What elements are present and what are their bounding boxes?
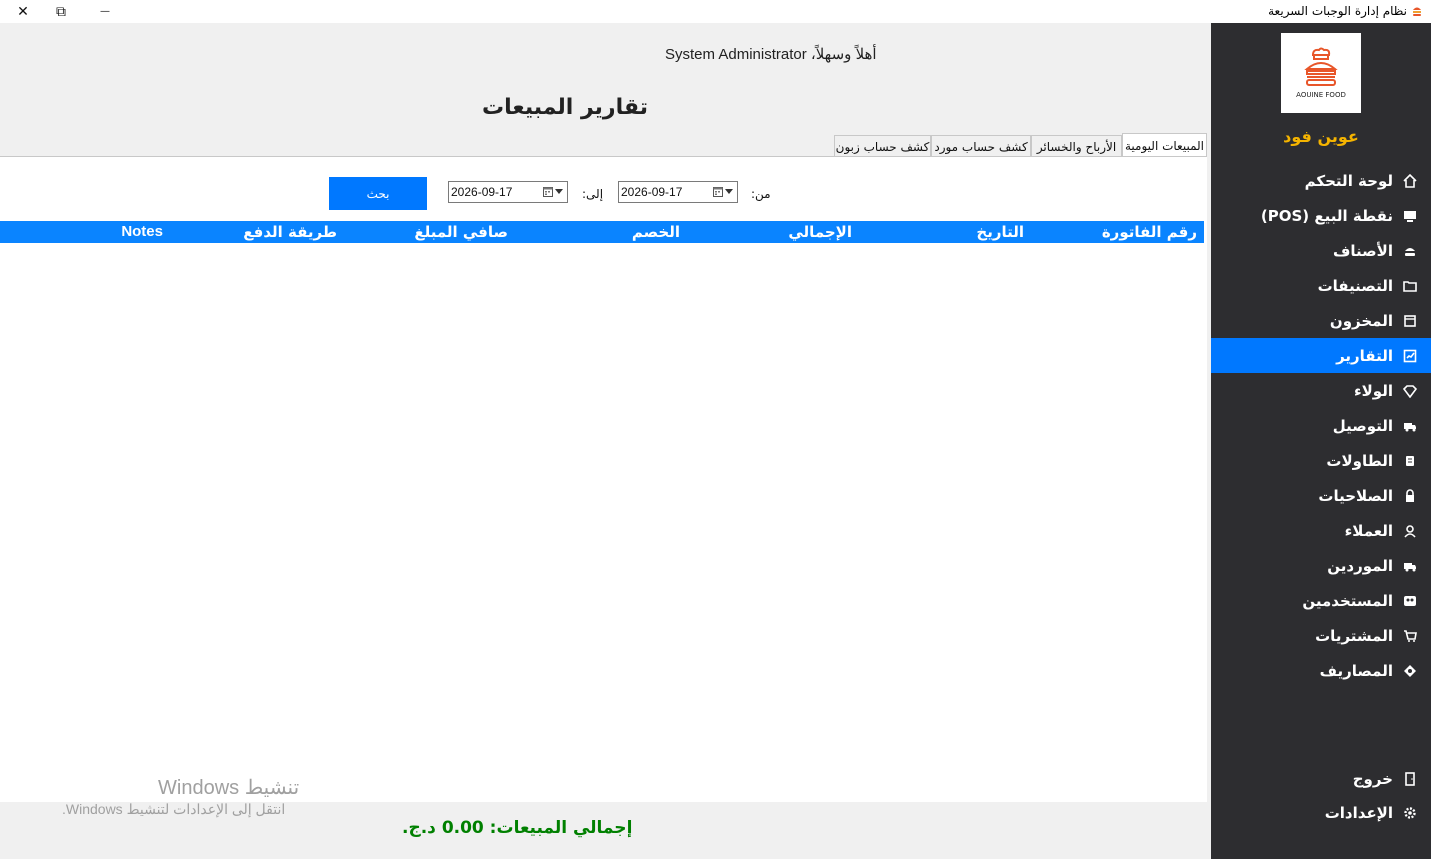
tab-profit-loss[interactable]: الأرباح والخسائر <box>1031 135 1122 157</box>
sidebar-item-suppliers[interactable]: الموردين <box>1211 548 1431 583</box>
restore-icon: ⧉ <box>56 3 66 20</box>
sidebar-item-categories[interactable]: التصنيفات <box>1211 268 1431 303</box>
box-icon <box>1404 314 1416 327</box>
main-content: أهلاً وسهلاً، System Administrator تقاري… <box>0 23 1211 859</box>
to-label: إلى: <box>582 187 604 201</box>
windows-activation-hint: انتقل إلى الإعدادات لتنشيط Windows. <box>62 801 286 817</box>
sidebar-item-loyalty[interactable]: الولاء <box>1211 373 1431 408</box>
sidebar-item-expenses[interactable]: المصاريف <box>1211 653 1431 688</box>
from-date-value: 2026-09-17 <box>621 185 683 199</box>
sidebar-item-dashboard[interactable]: لوحة التحكم <box>1211 163 1431 198</box>
tab-daily-sales[interactable]: المبيعات اليومية <box>1122 133 1207 157</box>
door-icon <box>1405 771 1415 786</box>
sidebar-item-permissions[interactable]: الصلاحيات <box>1211 478 1431 513</box>
windows-activation-title: تنشيط Windows <box>158 777 300 799</box>
users-icon <box>1404 595 1416 606</box>
settings-button[interactable]: الإعدادات <box>1211 795 1431 830</box>
logo: AOUINE FOOD <box>1281 33 1361 113</box>
close-icon: ✕ <box>17 3 29 20</box>
sidebar-item-pos[interactable]: نقطة البيع (POS) <box>1211 198 1431 233</box>
gear-icon <box>1404 806 1416 819</box>
column-header-payment-method[interactable]: طريقة الدفع <box>243 223 337 241</box>
logo-caption: AOUINE FOOD <box>1296 91 1346 99</box>
sidebar-item-purchases[interactable]: المشتريات <box>1211 618 1431 653</box>
calendar-icon[interactable] <box>543 186 563 197</box>
sidebar-item-tables[interactable]: الطاولات <box>1211 443 1431 478</box>
chef-burger-logo-icon <box>1304 47 1338 86</box>
column-header-invoice-no[interactable]: رقم الفاتورة <box>1102 223 1197 241</box>
burger-icon <box>1405 247 1415 256</box>
tab-supplier-statement[interactable]: كشف حساب مورد <box>931 135 1031 157</box>
restore-button[interactable]: ⧉ <box>38 0 84 23</box>
to-date-value: 2026-09-17 <box>451 185 513 199</box>
money-icon <box>1404 664 1416 677</box>
to-date-picker[interactable]: 2026-09-17 <box>448 181 568 203</box>
from-label: من: <box>751 187 771 201</box>
sidebar: AOUINE FOOD عوين فود لوحة التحكم نقطة ال… <box>1211 23 1431 859</box>
supplier-truck-icon <box>1404 562 1416 571</box>
app-burger-icon <box>1413 7 1421 16</box>
minimize-button[interactable]: — <box>82 0 128 23</box>
calendar-icon[interactable] <box>713 186 733 197</box>
chart-icon <box>1403 349 1417 362</box>
sidebar-item-items[interactable]: الأصناف <box>1211 233 1431 268</box>
daily-sales-panel: من: 2026-09-17 إلى: 2026-09-17 بحث رقم ا… <box>0 156 1207 802</box>
lock-icon <box>1406 488 1414 502</box>
column-header-total[interactable]: الإجمالي <box>788 223 852 241</box>
home-icon <box>1403 173 1417 188</box>
folder-icon <box>1403 280 1417 292</box>
page-title: تقارير المبيعات <box>482 95 648 120</box>
sidebar-item-delivery[interactable]: التوصيل <box>1211 408 1431 443</box>
from-date-picker[interactable]: 2026-09-17 <box>618 181 738 203</box>
cart-icon <box>1404 629 1417 642</box>
sidebar-item-inventory[interactable]: المخزون <box>1211 303 1431 338</box>
column-header-net-amount[interactable]: صافي المبلغ <box>414 223 508 241</box>
report-tabs: المبيعات اليومية الأرباح والخسائر كشف حس… <box>0 133 1211 157</box>
column-header-discount[interactable]: الخصم <box>632 223 680 241</box>
truck-icon <box>1404 422 1416 431</box>
logout-button[interactable]: خروج <box>1211 761 1431 796</box>
window-title: نظام إدارة الوجبات السريعة <box>1268 4 1407 18</box>
sidebar-item-reports[interactable]: التقارير <box>1211 338 1431 373</box>
column-header-date[interactable]: التاريخ <box>976 223 1024 241</box>
diamond-icon <box>1403 384 1417 398</box>
sales-grid-header: رقم الفاتورة التاريخ الإجمالي الخصم صافي… <box>0 221 1204 243</box>
monitor-icon <box>1404 210 1416 222</box>
welcome-text: أهلاً وسهلاً، System Administrator <box>665 46 877 63</box>
table-icon <box>1406 455 1414 466</box>
sidebar-item-customers[interactable]: العملاء <box>1211 513 1431 548</box>
window-titlebar: ✕ ⧉ — نظام إدارة الوجبات السريعة <box>0 0 1431 23</box>
sidebar-item-users[interactable]: المستخدمين <box>1211 583 1431 618</box>
search-button[interactable]: بحث <box>329 177 427 210</box>
column-header-notes[interactable]: Notes <box>121 223 163 240</box>
sales-total: إجمالي المبيعات: 0.00 د.ج. <box>402 818 633 838</box>
tab-customer-statement[interactable]: كشف حساب زبون <box>834 135 931 157</box>
user-icon <box>1404 524 1416 538</box>
brand-name: عوين فود <box>1283 127 1359 146</box>
minimize-icon: — <box>100 6 110 17</box>
